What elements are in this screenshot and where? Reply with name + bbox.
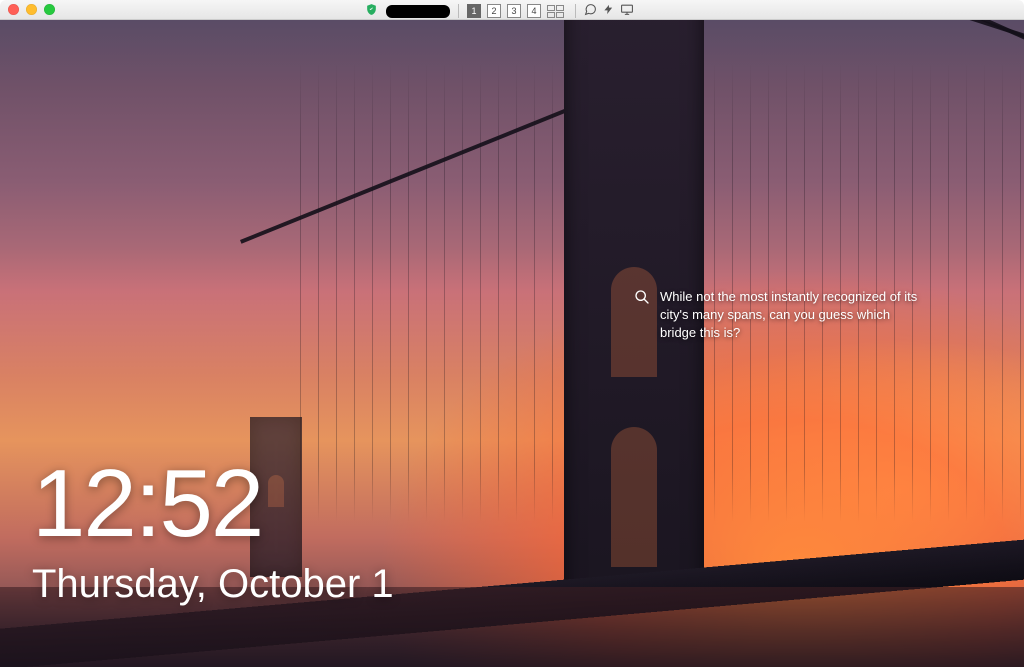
spotlight-trivia-text: While not the most instantly recognized … [660, 288, 924, 343]
mac-titlebar: 1 2 3 4 [0, 0, 1024, 20]
display-icon[interactable] [620, 3, 634, 19]
shield-icon[interactable] [365, 3, 378, 19]
separator [575, 4, 576, 18]
desktop-overview-icon[interactable] [547, 5, 567, 18]
window-minimize-button[interactable] [26, 4, 37, 15]
window-controls [8, 4, 55, 15]
lockscreen[interactable]: While not the most instantly recognized … [0, 20, 1024, 667]
separator [458, 4, 459, 18]
clock-time: 12:52 [32, 456, 394, 552]
clock-date: Thursday, October 1 [32, 562, 394, 607]
bolt-icon[interactable] [603, 3, 614, 19]
desktop-switch-4[interactable]: 4 [527, 4, 541, 18]
menubar: 1 2 3 4 [365, 3, 634, 19]
window-close-button[interactable] [8, 4, 19, 15]
search-icon [634, 289, 650, 343]
chat-icon[interactable] [584, 3, 597, 19]
spotlight-trivia[interactable]: While not the most instantly recognized … [634, 288, 924, 343]
redacted-area [386, 5, 450, 18]
desktop-switch-3[interactable]: 3 [507, 4, 521, 18]
clock-block: 12:52 Thursday, October 1 [32, 456, 394, 607]
desktop-switch-1[interactable]: 1 [467, 4, 481, 18]
desktop-switch-2[interactable]: 2 [487, 4, 501, 18]
window-maximize-button[interactable] [44, 4, 55, 15]
